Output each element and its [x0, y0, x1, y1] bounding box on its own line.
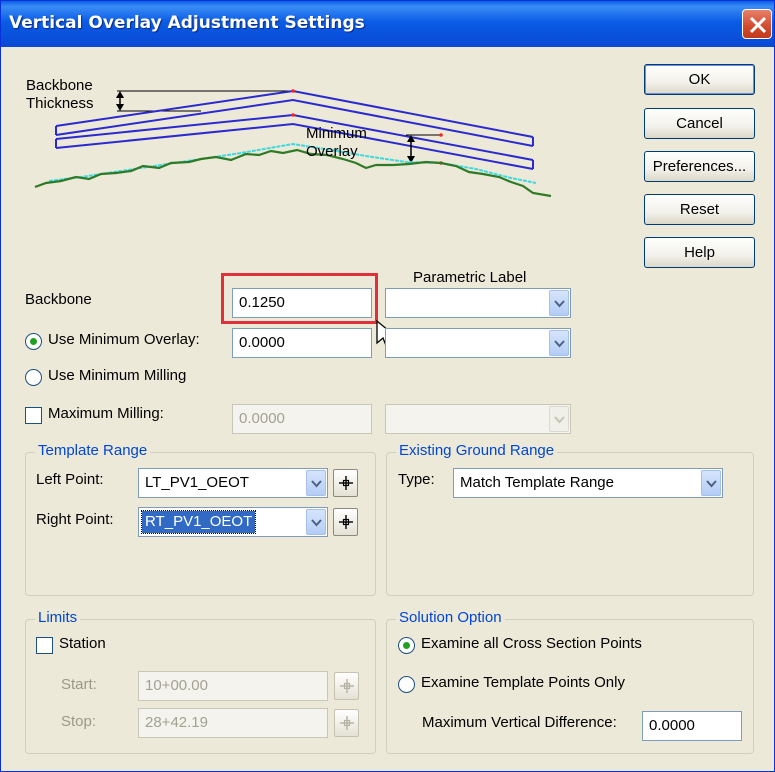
window-title: Vertical Overlay Adjustment Settings: [9, 13, 365, 33]
title-bar[interactable]: Vertical Overlay Adjustment Settings: [1, 1, 774, 47]
left-point-label: Left Point:: [36, 471, 104, 488]
backbone-label: Backbone: [25, 291, 92, 308]
start-pick-button[interactable]: [334, 672, 359, 700]
right-point-label: Right Point:: [36, 511, 114, 528]
backbone-input[interactable]: 0.1250: [232, 288, 372, 318]
existing-ground-title: Existing Ground Range: [396, 442, 558, 459]
examine-all-radio[interactable]: [398, 637, 415, 654]
chevron-down-icon: [549, 406, 569, 432]
preferences-button[interactable]: Preferences...: [644, 151, 755, 182]
max-vertical-difference-input[interactable]: 0.0000: [642, 711, 742, 741]
left-point-pick-button[interactable]: [333, 469, 358, 497]
help-button[interactable]: Help: [644, 237, 755, 268]
minimum-overlay-label-1: Minimum: [306, 125, 367, 142]
crosshair-icon: [340, 716, 354, 730]
ground-type-select[interactable]: Match Template Range: [453, 468, 723, 498]
examine-template-radio[interactable]: [398, 676, 415, 693]
minimum-overlay-label-2: Overlay: [306, 143, 358, 160]
examine-all-label[interactable]: Examine all Cross Section Points: [421, 635, 642, 652]
chevron-down-icon[interactable]: [549, 330, 569, 356]
min-overlay-input[interactable]: 0.0000: [232, 328, 372, 358]
stop-pick-button[interactable]: [334, 709, 359, 737]
overlay-parametric-select[interactable]: [385, 328, 571, 358]
reset-button[interactable]: Reset: [644, 194, 755, 225]
stop-label: Stop:: [61, 713, 97, 730]
max-milling-label[interactable]: Maximum Milling:: [48, 405, 164, 422]
chevron-down-icon[interactable]: [549, 290, 569, 316]
station-label[interactable]: Station: [59, 635, 106, 652]
chevron-down-icon[interactable]: [306, 470, 326, 496]
backbone-thickness-label-1: Backbone: [26, 77, 93, 94]
dialog-window: Vertical Overlay Adjustment Settings Bac…: [0, 0, 775, 772]
milling-parametric-select[interactable]: [385, 404, 571, 434]
chevron-down-icon[interactable]: [701, 470, 721, 496]
use-min-milling-label[interactable]: Use Minimum Milling: [48, 367, 186, 384]
parametric-label-header: Parametric Label: [413, 269, 527, 286]
use-min-overlay-label[interactable]: Use Minimum Overlay:: [48, 331, 200, 348]
max-milling-input[interactable]: 0.0000: [232, 404, 372, 434]
backbone-thickness-label-2: Thickness: [26, 95, 94, 112]
chevron-down-icon[interactable]: [306, 509, 326, 535]
type-label: Type:: [398, 471, 435, 488]
start-station-input[interactable]: 10+00.00: [138, 671, 328, 701]
ok-button[interactable]: OK: [644, 64, 755, 95]
left-point-value: LT_PV1_OEOT: [145, 474, 249, 491]
examine-template-label[interactable]: Examine Template Points Only: [421, 674, 625, 691]
use-min-milling-radio[interactable]: [25, 369, 42, 386]
right-point-select[interactable]: RT_PV1_OEOT: [138, 507, 328, 537]
crosshair-icon: [339, 476, 353, 490]
template-range-title: Template Range: [35, 442, 151, 459]
right-point-value: RT_PV1_OEOT: [140, 510, 257, 534]
limits-title: Limits: [35, 609, 81, 626]
start-label: Start:: [61, 676, 97, 693]
max-milling-checkbox[interactable]: [25, 407, 42, 424]
close-icon: [749, 16, 767, 34]
overlay-diagram: [34, 89, 551, 198]
cancel-button[interactable]: Cancel: [644, 108, 755, 139]
backbone-parametric-select[interactable]: [385, 288, 571, 318]
ground-type-value: Match Template Range: [460, 474, 614, 491]
left-point-select[interactable]: LT_PV1_OEOT: [138, 468, 328, 498]
max-vertical-difference-label: Maximum Vertical Difference:: [422, 714, 617, 731]
station-checkbox[interactable]: [36, 637, 53, 654]
use-min-overlay-radio[interactable]: [25, 333, 42, 350]
crosshair-icon: [340, 679, 354, 693]
solution-option-title: Solution Option: [396, 609, 505, 626]
close-button[interactable]: [742, 9, 772, 39]
crosshair-icon: [339, 515, 353, 529]
stop-station-input[interactable]: 28+42.19: [138, 708, 328, 738]
right-point-pick-button[interactable]: [333, 508, 358, 536]
